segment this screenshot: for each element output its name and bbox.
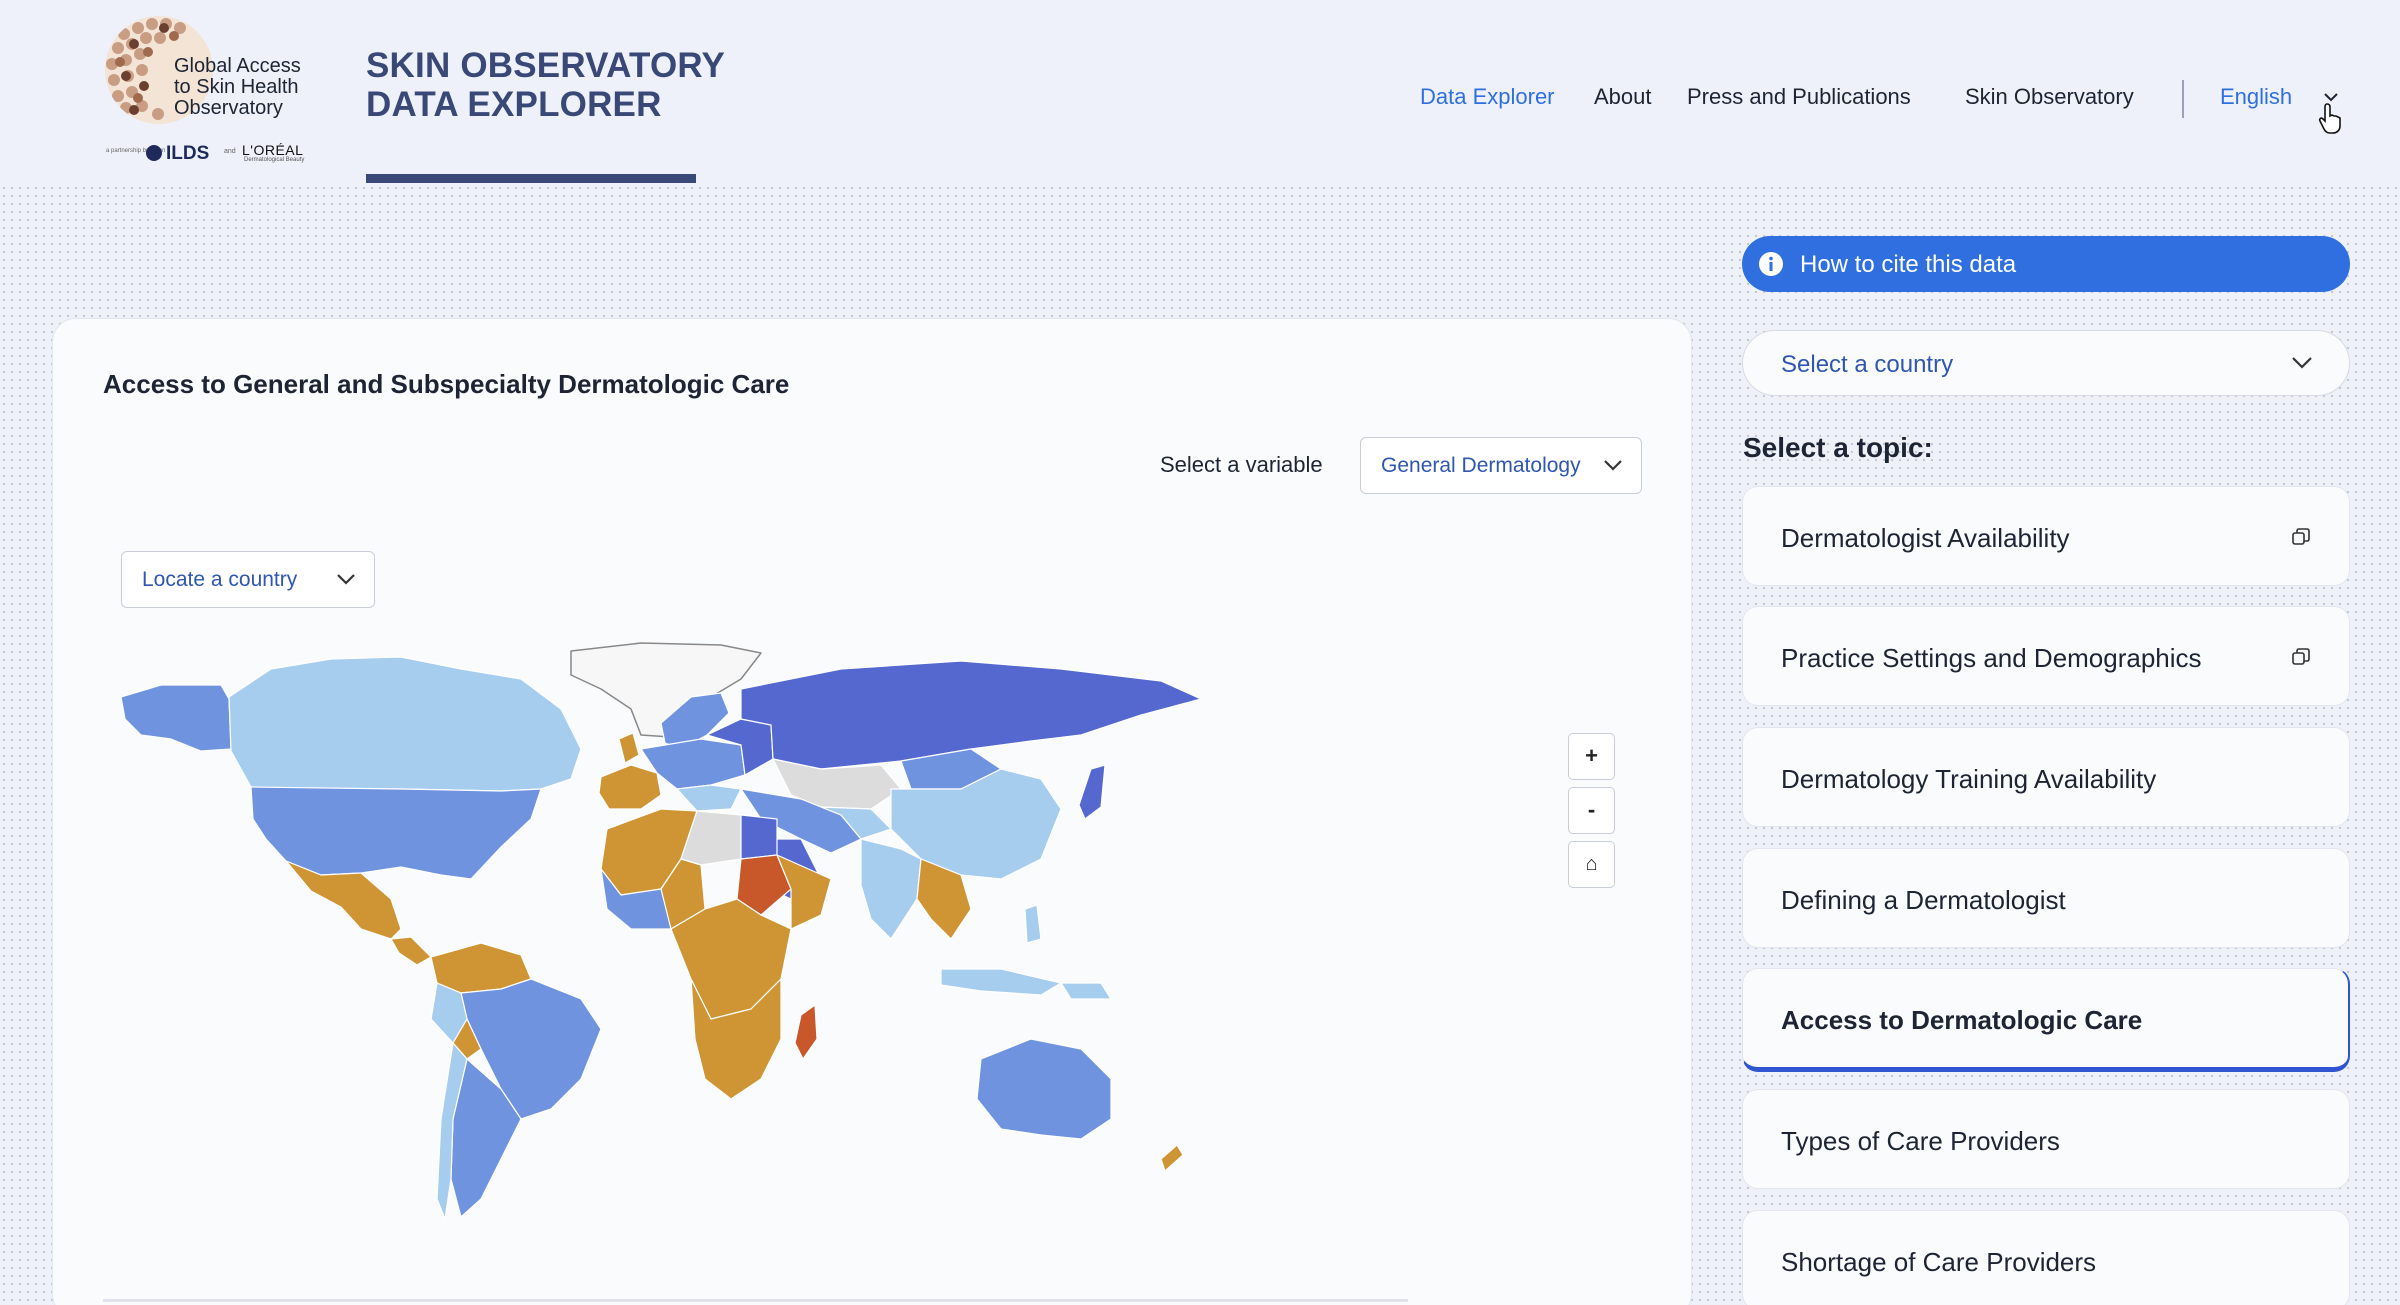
- ilds-logo: ILDS: [146, 143, 209, 165]
- topic-heading: Select a topic:: [1743, 432, 1933, 463]
- topic-defining-dermatologist[interactable]: Defining a Dermatologist: [1742, 848, 2350, 948]
- nav-about[interactable]: About: [1594, 84, 1652, 110]
- hand-cursor-icon: [2318, 103, 2341, 134]
- map-region-uk: [618, 732, 640, 764]
- active-page-underline: [366, 174, 696, 183]
- map-region-india: [860, 838, 922, 940]
- ilds-text: ILDS: [166, 143, 210, 164]
- chevron-down-icon: [1604, 460, 1622, 471]
- home-view-button[interactable]: ⌂: [1568, 841, 1615, 888]
- card-divider: [103, 1299, 1408, 1302]
- zoom-in-button[interactable]: +: [1568, 733, 1615, 780]
- loreal-logo: L'ORÉAL: [242, 142, 304, 158]
- map-region-papua: [1060, 982, 1112, 1000]
- map-region-alaska: [120, 684, 232, 752]
- partner-logos: a partnership between ILDS and L'ORÉAL D…: [106, 142, 316, 164]
- world-map[interactable]: [101, 639, 1693, 1259]
- variable-select[interactable]: General Dermatology: [1360, 437, 1642, 494]
- topic-shortage-of-care-providers[interactable]: Shortage of Care Providers: [1742, 1210, 2350, 1305]
- zoom-out-button[interactable]: -: [1568, 787, 1615, 834]
- info-icon: [1759, 252, 1783, 276]
- logo-line: Observatory: [174, 97, 283, 119]
- map-card: Access to General and Subspecialty Derma…: [52, 318, 1692, 1305]
- site-title[interactable]: SKIN OBSERVATORY DATA EXPLORER: [366, 46, 725, 124]
- topic-label: Access to Dermatologic Care: [1781, 1005, 2143, 1035]
- card-title: Access to General and Subspecialty Derma…: [103, 369, 790, 399]
- ilds-globe-icon: [146, 145, 162, 161]
- topic-training-availability[interactable]: Dermatology Training Availability: [1742, 727, 2350, 827]
- topic-label: Practice Settings and Demographics: [1781, 643, 2202, 673]
- map-region-indonesia: [940, 968, 1062, 996]
- topic-types-of-care-providers[interactable]: Types of Care Providers: [1742, 1089, 2350, 1189]
- map-region-balkans: [676, 784, 742, 812]
- variable-select-value: General Dermatology: [1381, 454, 1581, 477]
- site-title-line2: DATA EXPLORER: [366, 85, 662, 124]
- site-header: Global Access to Skin Health Observatory…: [0, 0, 2400, 183]
- map-region-central-america: [390, 936, 432, 966]
- variable-label: Select a variable: [1160, 452, 1323, 477]
- map-region-egypt: [740, 814, 778, 860]
- map-region-canada: [228, 656, 582, 792]
- select-country-placeholder: Select a country: [1781, 351, 1954, 378]
- nav-divider: [2182, 80, 2184, 118]
- topic-label: Shortage of Care Providers: [1781, 1247, 2097, 1277]
- map-region-japan: [1078, 764, 1106, 820]
- map-region-france-iberia: [598, 764, 662, 810]
- map-region-new-zealand: [1160, 1144, 1184, 1172]
- partner-and: and: [224, 148, 236, 155]
- how-to-cite-label: How to cite this data: [1800, 251, 2017, 278]
- logo-line: Global Access: [174, 55, 301, 77]
- copy-icon: [2292, 648, 2310, 665]
- topic-practice-settings[interactable]: Practice Settings and Demographics: [1742, 606, 2350, 706]
- how-to-cite-button[interactable]: How to cite this data: [1742, 236, 2350, 292]
- loreal-subtitle: Dermatological Beauty: [244, 157, 305, 163]
- logo-line: to Skin Health: [174, 76, 299, 98]
- copy-icon: [2292, 528, 2310, 545]
- language-selector[interactable]: English: [2220, 84, 2292, 110]
- topic-label: Dermatology Training Availability: [1781, 764, 2157, 794]
- map-region-australia: [976, 1038, 1112, 1140]
- logo-text: Global Access to Skin Health Observatory: [174, 56, 301, 119]
- map-region-philippines: [1024, 904, 1042, 944]
- locate-country-placeholder: Locate a country: [142, 568, 298, 591]
- nav-press-publications[interactable]: Press and Publications: [1687, 84, 1911, 110]
- chevron-down-icon: [2292, 357, 2312, 369]
- map-region-madagascar: [794, 1004, 818, 1060]
- chevron-down-icon: [337, 574, 355, 585]
- topic-access-to-care[interactable]: Access to Dermatologic Care: [1742, 968, 2350, 1072]
- select-country-dropdown[interactable]: Select a country: [1742, 330, 2350, 396]
- topic-label: Types of Care Providers: [1781, 1126, 2060, 1156]
- site-title-line1: SKIN OBSERVATORY: [366, 46, 726, 85]
- nav-skin-observatory[interactable]: Skin Observatory: [1965, 84, 2134, 110]
- topic-label: Dermatologist Availability: [1781, 523, 2070, 553]
- topic-label: Defining a Dermatologist: [1781, 885, 2066, 915]
- topic-dermatologist-availability[interactable]: Dermatologist Availability: [1742, 486, 2350, 586]
- nav-data-explorer[interactable]: Data Explorer: [1420, 84, 1555, 110]
- locate-country-select[interactable]: Locate a country: [121, 551, 375, 608]
